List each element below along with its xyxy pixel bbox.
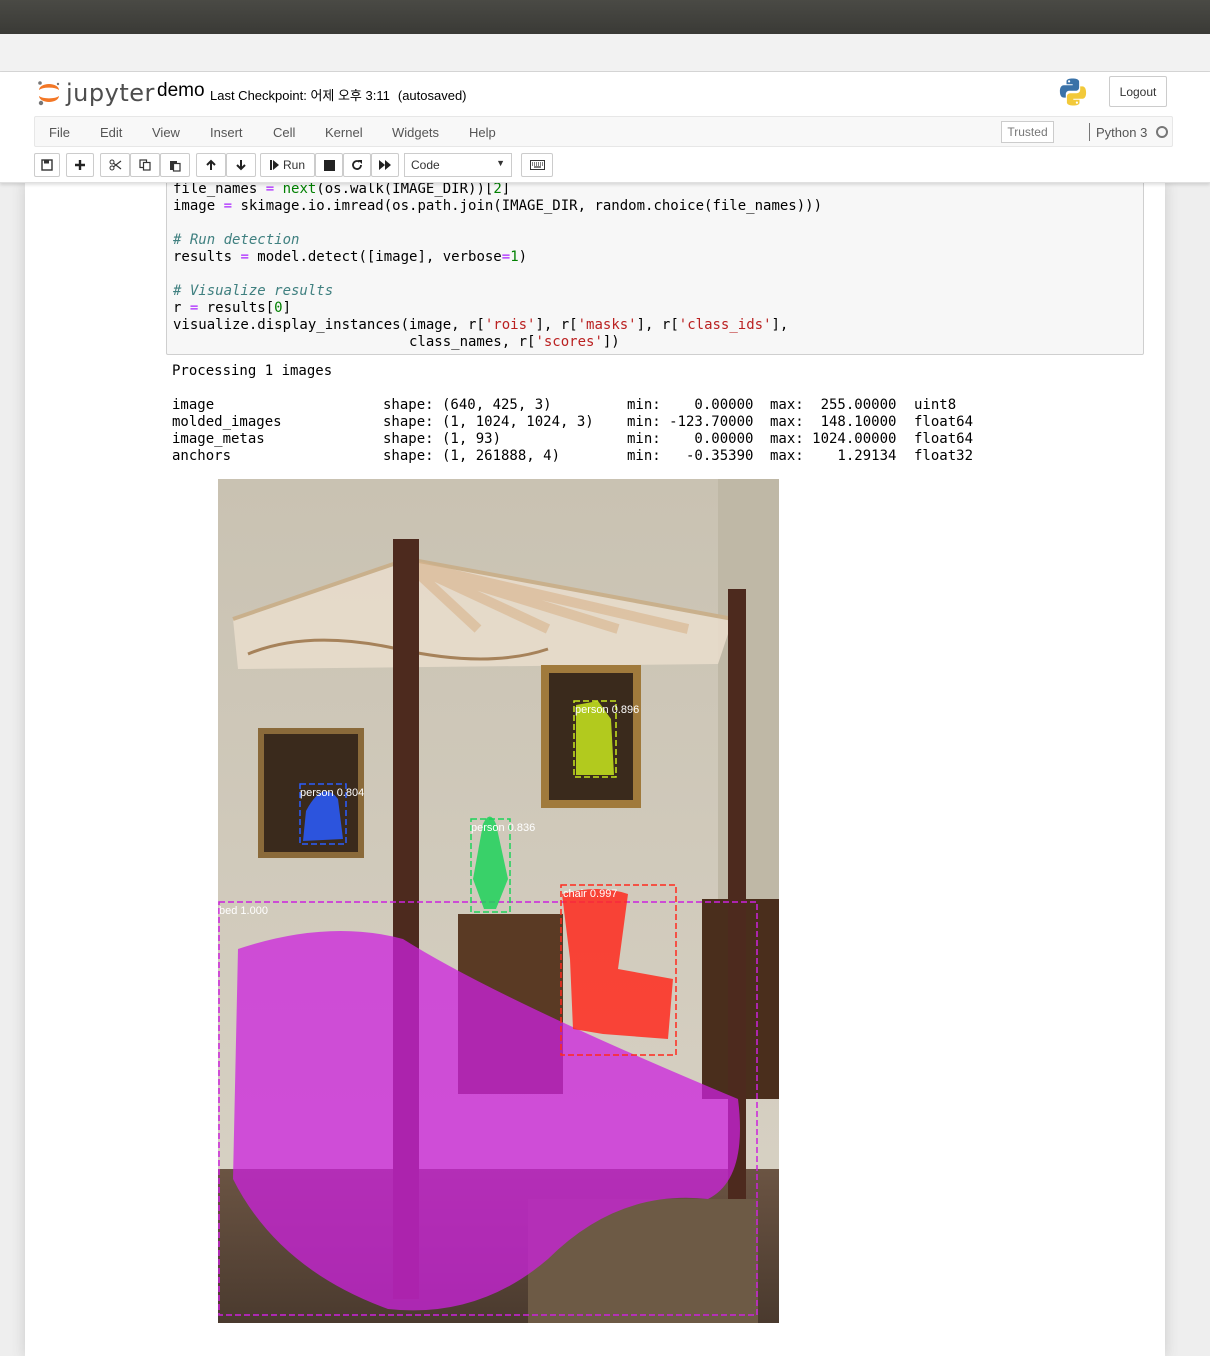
kernel-divider	[1089, 123, 1090, 141]
menu-insert[interactable]: Insert	[210, 125, 243, 140]
output-row: molded_images shape: (1, 1024, 1024, 3) mi…	[172, 414, 974, 430]
command-palette-button[interactable]	[521, 153, 553, 177]
copy-icon	[139, 159, 151, 171]
portrait-right-label: person 0.896	[575, 704, 639, 716]
code-line: r = results[0]	[173, 300, 292, 316]
jupyter-wordmark: jupyter	[66, 79, 155, 107]
lamp-person-label: person 0.836	[471, 822, 535, 834]
browser-bookmark-strip	[0, 34, 1210, 72]
move-up-button[interactable]	[196, 153, 226, 177]
restart-run-all-button[interactable]	[371, 153, 399, 177]
bed-label: bed 1.000	[219, 905, 268, 917]
code-line: file_names = next(os.walk(IMAGE_DIR))[2]	[173, 181, 511, 197]
python-logo-icon	[1058, 77, 1088, 107]
menu-widgets[interactable]: Widgets	[392, 125, 439, 140]
code-comment: # Run detection	[173, 232, 300, 248]
cell-type-select[interactable]: Code ▼	[404, 153, 512, 177]
menu-kernel[interactable]: Kernel	[325, 125, 363, 140]
stop-icon	[323, 159, 335, 171]
paste-button[interactable]	[160, 153, 190, 177]
cell-type-value: Code	[411, 158, 440, 172]
scissors-icon	[109, 159, 122, 171]
save-icon	[41, 159, 53, 171]
move-down-button[interactable]	[226, 153, 256, 177]
refresh-icon	[351, 159, 363, 171]
paste-icon	[169, 159, 181, 172]
plus-icon	[74, 159, 86, 171]
notebook-toolbar: Run Code ▼	[34, 153, 634, 177]
output-row: anchors shape: (1, 261888, 4) min: -0.3539…	[172, 448, 974, 464]
kernel-name: Python 3	[1096, 125, 1148, 140]
output-header: Processing 1 images	[172, 363, 333, 379]
menu-edit[interactable]: Edit	[100, 125, 122, 140]
kernel-idle-icon	[1156, 126, 1168, 138]
portrait-left-label: person 0.804	[300, 787, 364, 799]
save-button[interactable]	[34, 153, 60, 177]
trusted-indicator[interactable]: Trusted	[1001, 121, 1054, 143]
caret-down-icon: ▼	[496, 158, 505, 168]
menu-help[interactable]: Help	[469, 125, 496, 140]
autosave-status: (autosaved)	[397, 88, 467, 103]
menubar: File Edit View Insert Cell Kernel Widget…	[34, 116, 1173, 147]
jupyter-logo-icon	[36, 79, 62, 107]
detection-output-image: bed 1.000 chair 0.997 person 0.836 perso…	[218, 479, 779, 1323]
notebook-title[interactable]: demo	[157, 80, 205, 102]
arrow-up-icon	[205, 159, 217, 171]
run-label: Run	[282, 158, 305, 172]
keyboard-icon	[529, 160, 545, 170]
copy-button[interactable]	[130, 153, 160, 177]
run-button[interactable]: Run	[260, 153, 315, 177]
arrow-down-icon	[235, 159, 247, 171]
insert-cell-button[interactable]	[66, 153, 94, 177]
code-line: image = skimage.io.imread(os.path.join(I…	[173, 198, 823, 214]
code-cell-input[interactable]: file_names = next(os.walk(IMAGE_DIR))[2]…	[166, 180, 1144, 355]
fast-forward-icon	[378, 160, 392, 170]
output-row: image_metas shape: (1, 93) min: 0.00000 max…	[172, 431, 974, 447]
menu-view[interactable]: View	[152, 125, 180, 140]
menu-file[interactable]: File	[49, 125, 70, 140]
notebook-container: file_names = next(os.walk(IMAGE_DIR))[2]…	[25, 180, 1165, 1356]
checkpoint-label: Last Checkpoint: 어제 오후 3:11	[210, 88, 390, 103]
restart-button[interactable]	[343, 153, 371, 177]
code-line: class_names, r['scores'])	[173, 334, 620, 350]
output-row: image shape: (640, 425, 3) min: 0.00000 max…	[172, 397, 957, 413]
step-forward-icon	[269, 160, 279, 170]
bedroom-scene: bed 1.000 chair 0.997 person 0.836 perso…	[218, 479, 779, 1323]
logout-button[interactable]: Logout	[1109, 76, 1167, 107]
os-top-bar	[0, 0, 1210, 34]
code-comment: # Visualize results	[173, 283, 334, 299]
cut-button[interactable]	[100, 153, 130, 177]
notebook-header: jupyter demo Last Checkpoint: 어제 오후 3:11…	[0, 72, 1210, 183]
checkpoint-status: Last Checkpoint: 어제 오후 3:11 (autosaved)	[210, 85, 467, 104]
interrupt-button[interactable]	[315, 153, 343, 177]
chair-label: chair 0.997	[563, 888, 617, 900]
code-line: visualize.display_instances(image, r['ro…	[173, 317, 789, 333]
code-line: results = model.detect([image], verbose=…	[173, 249, 528, 265]
menu-cell[interactable]: Cell	[273, 125, 295, 140]
jupyter-logo[interactable]: jupyter	[36, 78, 155, 108]
